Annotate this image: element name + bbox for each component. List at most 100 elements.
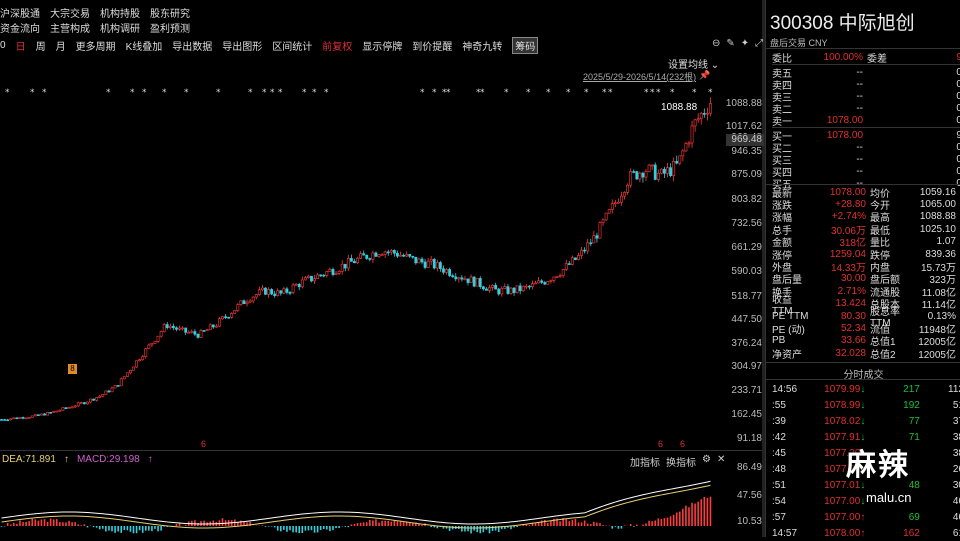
candle-body[interactable] (175, 328, 177, 330)
candle-body[interactable] (185, 328, 187, 332)
candle-body[interactable] (135, 361, 137, 367)
macd-chart[interactable] (0, 466, 716, 537)
candle-body[interactable] (682, 151, 684, 156)
candle-body[interactable] (565, 264, 567, 270)
candle-body[interactable] (182, 328, 184, 329)
signal-marker[interactable]: * (278, 88, 283, 98)
signal-marker[interactable]: * (432, 88, 437, 98)
candle-body[interactable] (0, 419, 2, 420)
tick-row[interactable]: 14:571078.00↑16261 (772, 525, 960, 541)
candle-body[interactable] (445, 269, 447, 272)
candle-body[interactable] (421, 259, 423, 262)
candle-body[interactable] (191, 332, 193, 333)
candle-body[interactable] (34, 415, 36, 416)
candle-body[interactable] (53, 411, 55, 412)
candle-body[interactable] (605, 213, 607, 220)
candle-body[interactable] (608, 209, 610, 213)
export-data-button[interactable]: 导出数据 (172, 38, 212, 53)
candle-body[interactable] (495, 285, 497, 289)
candle-body[interactable] (117, 385, 119, 386)
candle-body[interactable] (65, 408, 67, 409)
candle-body[interactable] (310, 276, 312, 281)
candle-body[interactable] (381, 255, 383, 256)
candle-body[interactable] (243, 301, 245, 304)
candle-body[interactable] (556, 277, 558, 278)
signal-marker[interactable]: * (650, 88, 655, 98)
candle-body[interactable] (261, 288, 263, 290)
candle-body[interactable] (295, 284, 297, 285)
candle-body[interactable] (424, 262, 426, 268)
event-marker[interactable]: 8 (68, 364, 77, 374)
candle-body[interactable] (449, 269, 451, 275)
candle-body[interactable] (574, 258, 576, 260)
menu-item[interactable]: 机构调研 (100, 20, 140, 35)
candle-body[interactable] (639, 173, 641, 179)
candle-body[interactable] (62, 408, 64, 411)
signal-marker[interactable]: * (312, 88, 317, 98)
candle-body[interactable] (617, 202, 619, 203)
candle-body[interactable] (620, 196, 622, 202)
candle-body[interactable] (409, 254, 411, 256)
candle-body[interactable] (194, 332, 196, 335)
candle-body[interactable] (77, 403, 79, 406)
candle-body[interactable] (258, 290, 260, 295)
candle-body[interactable] (286, 289, 288, 293)
candle-body[interactable] (387, 252, 389, 253)
candle-body[interactable] (580, 250, 582, 255)
pen-icon[interactable]: ✎ (726, 38, 734, 49)
candle-body[interactable] (467, 279, 469, 283)
candle-body[interactable] (479, 278, 481, 286)
candle-body[interactable] (114, 385, 116, 388)
candle-body[interactable] (160, 332, 162, 337)
candle-body[interactable] (274, 294, 276, 296)
candle-body[interactable] (252, 297, 254, 301)
menu-item[interactable]: 盈利预测 (150, 20, 190, 35)
forward-adjust-dropdown[interactable]: 前复权 (322, 38, 352, 53)
candle-body[interactable] (602, 220, 604, 223)
candle-body[interactable] (645, 172, 647, 178)
candle-body[interactable] (590, 243, 592, 244)
candle-body[interactable] (206, 330, 208, 331)
candle-body[interactable] (178, 328, 180, 329)
candle-body[interactable] (126, 373, 128, 377)
candle-body[interactable] (654, 165, 656, 180)
candle-body[interactable] (301, 280, 303, 287)
wrench-icon[interactable]: ✦ (741, 38, 749, 49)
period-day[interactable]: 日 (16, 38, 26, 53)
candle-body[interactable] (685, 143, 687, 150)
candle-body[interactable] (4, 419, 6, 420)
candle-body[interactable] (59, 410, 61, 411)
candle-body[interactable] (228, 317, 230, 318)
candle-body[interactable] (240, 301, 242, 305)
candle-body[interactable] (102, 394, 104, 396)
candle-body[interactable] (544, 282, 546, 284)
candle-body[interactable] (676, 161, 678, 163)
candle-body[interactable] (418, 259, 420, 263)
candle-body[interactable] (553, 277, 555, 281)
candle-body[interactable] (375, 253, 377, 256)
candle-body[interactable] (538, 281, 540, 283)
candle-body[interactable] (442, 269, 444, 273)
candle-body[interactable] (360, 254, 362, 259)
candle-body[interactable] (323, 275, 325, 276)
signal-marker[interactable]: * (324, 88, 329, 98)
candle-body[interactable] (679, 156, 681, 163)
candle-body[interactable] (366, 255, 368, 258)
signal-marker[interactable]: * (602, 88, 607, 98)
signal-marker[interactable]: * (302, 88, 307, 98)
candle-body[interactable] (22, 417, 24, 418)
candle-body[interactable] (633, 171, 635, 172)
candle-body[interactable] (630, 171, 632, 185)
candle-body[interactable] (611, 204, 613, 210)
candle-body[interactable] (123, 377, 125, 379)
candle-body[interactable] (694, 120, 696, 126)
signal-marker[interactable]: * (130, 88, 135, 98)
candle-body[interactable] (215, 326, 217, 327)
candle-body[interactable] (307, 276, 309, 278)
signal-marker[interactable]: * (162, 88, 167, 98)
candle-body[interactable] (433, 259, 435, 268)
candle-body[interactable] (697, 119, 699, 120)
candle-body[interactable] (593, 236, 595, 243)
candle-body[interactable] (550, 280, 552, 281)
candle-body[interactable] (335, 273, 337, 274)
